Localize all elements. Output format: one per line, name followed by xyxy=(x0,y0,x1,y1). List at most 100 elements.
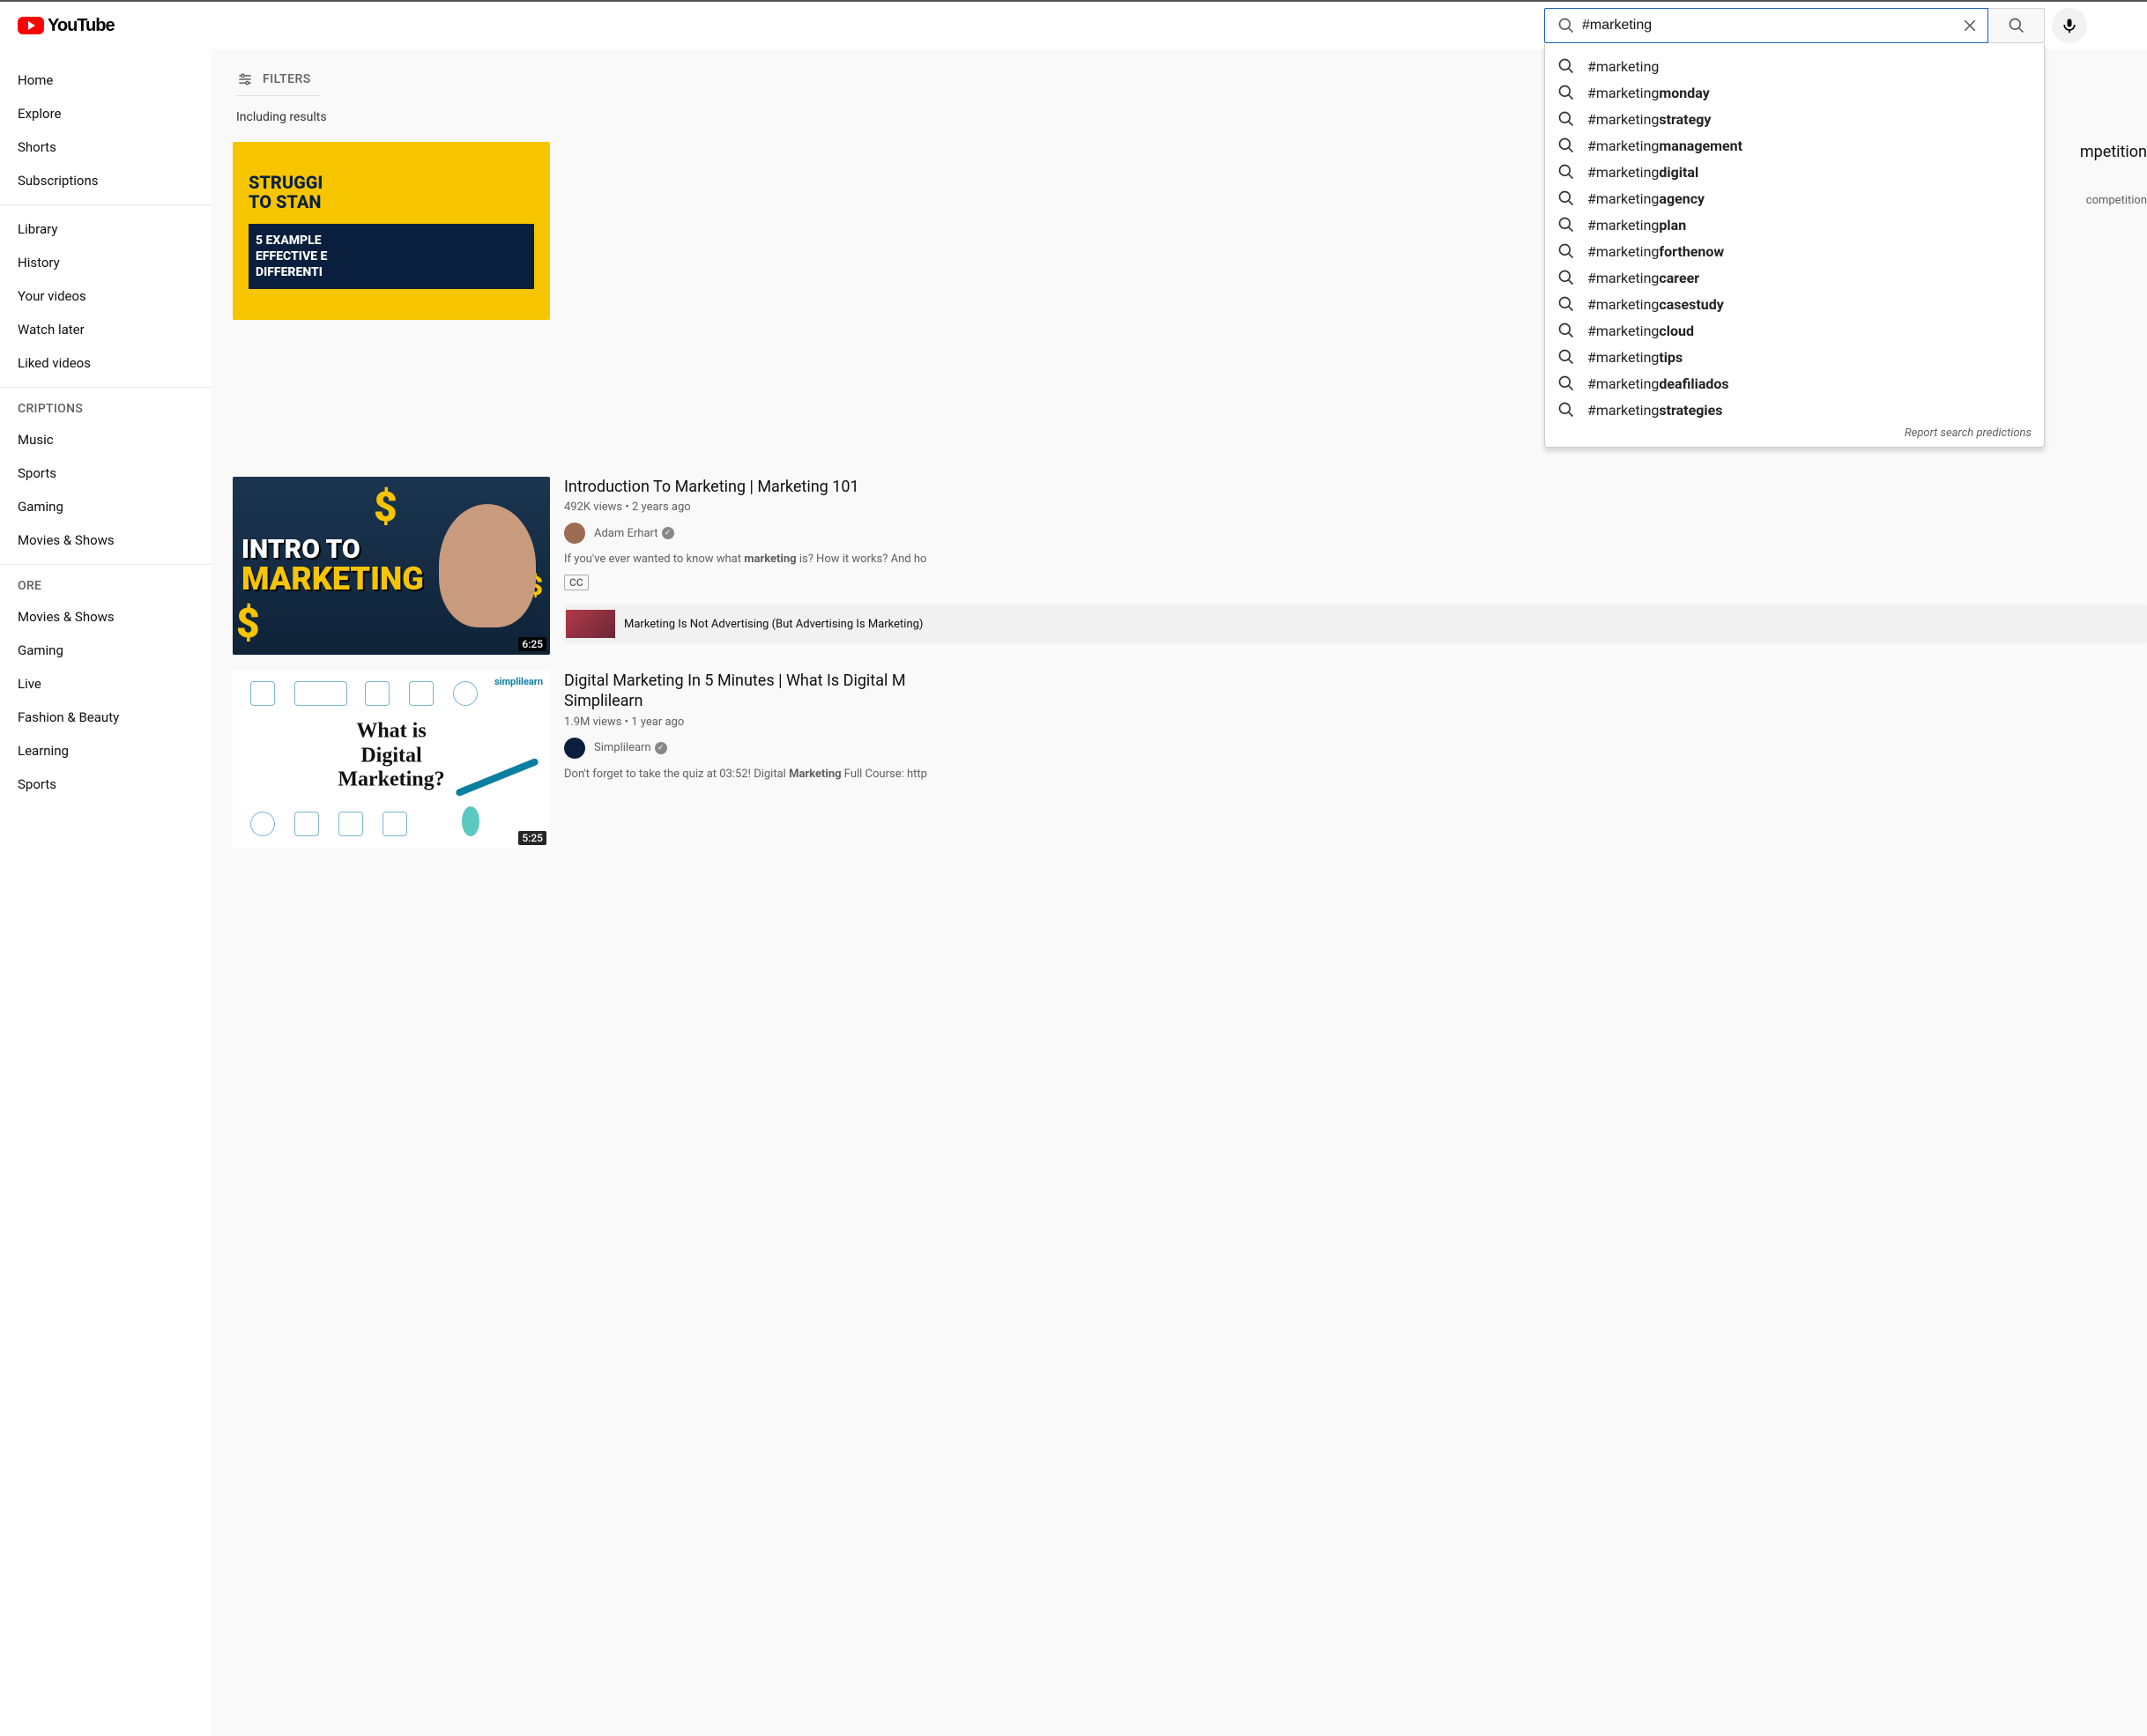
suggestion-text: #marketingforthenow xyxy=(1587,243,1724,260)
logo[interactable]: YouTube xyxy=(18,16,115,36)
video-stats: 492K views • 2 years ago xyxy=(564,501,2147,514)
search-icon xyxy=(1557,163,1575,181)
sidebar-item-movies-shows[interactable]: Movies & Shows xyxy=(0,523,212,557)
channel-link[interactable]: Adam Erhart ✓ xyxy=(564,523,2147,544)
thumb-text: TO STAN xyxy=(249,191,321,212)
video-stats: 1.9M views • 1 year ago xyxy=(564,716,2147,729)
sidebar-item-gaming[interactable]: Gaming xyxy=(0,634,212,667)
search-suggestion[interactable]: #marketingstrategies xyxy=(1545,397,2044,423)
featured-clip[interactable]: Marketing Is Not Advertising (But Advert… xyxy=(564,605,2147,643)
search-suggestion[interactable]: #marketingstrategy xyxy=(1545,106,2044,132)
thumb-text: What is Digital Marketing? xyxy=(312,720,471,793)
suggestion-text: #marketingstrategies xyxy=(1587,402,1722,419)
search-icon xyxy=(1557,401,1575,419)
video-title[interactable]: Introduction To Marketing | Marketing 10… xyxy=(564,477,2147,497)
voice-search-button[interactable] xyxy=(2052,8,2087,43)
sidebar-item-live[interactable]: Live xyxy=(0,667,212,701)
sidebar-item-liked-videos[interactable]: Liked videos xyxy=(0,346,212,380)
search-icon xyxy=(1557,17,1575,34)
video-thumbnail[interactable]: $ $ $ INTRO TO MARKETING 6:25 xyxy=(233,477,550,655)
search-button[interactable] xyxy=(1988,8,2045,43)
search-suggestion[interactable]: #marketingforthenow xyxy=(1545,238,2044,264)
search-icon xyxy=(1557,375,1575,392)
suggestion-text: #marketing xyxy=(1587,58,1659,75)
search-suggestions: #marketing #marketingmonday #marketingstra… xyxy=(1544,44,2045,448)
verified-icon: ✓ xyxy=(655,742,667,754)
search-icon xyxy=(1557,295,1575,313)
sidebar-header-more: ORE xyxy=(0,572,212,600)
channel-avatar xyxy=(564,523,585,544)
search-icon xyxy=(1557,189,1575,207)
featured-title: Marketing Is Not Advertising (But Advert… xyxy=(624,618,923,631)
suggestion-text: #marketingmanagement xyxy=(1587,137,1742,154)
suggestion-text: #marketingcasestudy xyxy=(1587,296,1724,313)
search-icon xyxy=(1557,84,1575,101)
search-icon xyxy=(1557,216,1575,234)
cc-badge: CC xyxy=(564,575,589,590)
sidebar-item-explore[interactable]: Explore xyxy=(0,97,212,130)
filters-label: FILTERS xyxy=(263,72,311,86)
suggestion-text: #marketingcloud xyxy=(1587,323,1694,339)
youtube-play-icon xyxy=(18,17,44,34)
video-thumbnail[interactable]: STRUGGITO STAN 5 EXAMPLEEFFECTIVE EDIFFE… xyxy=(233,142,550,320)
suggestion-text: #marketingtips xyxy=(1587,349,1683,366)
suggestion-text: #marketingcareer xyxy=(1587,270,1699,286)
sidebar-item-subscriptions[interactable]: Subscriptions xyxy=(0,164,212,197)
video-result[interactable]: simplilearn What is Digital Marketing? 5… xyxy=(233,671,2147,849)
channel-link[interactable]: Simplilearn ✓ xyxy=(564,738,2147,759)
video-description: Don't forget to take the quiz at 03:52! … xyxy=(564,768,2147,783)
search-icon xyxy=(1557,348,1575,366)
sidebar-item-fashion-beauty[interactable]: Fashion & Beauty xyxy=(0,701,212,734)
search-icon xyxy=(1557,110,1575,128)
report-predictions-link[interactable]: Report search predictions xyxy=(1545,423,2044,443)
search-input-container xyxy=(1544,8,1988,43)
search-input[interactable] xyxy=(1582,18,1958,33)
search-icon xyxy=(1557,322,1575,339)
sidebar-item-home[interactable]: Home xyxy=(0,63,212,97)
search-icon xyxy=(1557,242,1575,260)
sidebar-item-music[interactable]: Music xyxy=(0,423,212,456)
search-suggestion[interactable]: #marketingdigital xyxy=(1545,159,2044,185)
search-suggestion[interactable]: #marketingplan xyxy=(1545,211,2044,238)
sidebar-item-learning[interactable]: Learning xyxy=(0,734,212,768)
video-description: If you've ever wanted to know what marke… xyxy=(564,553,2147,568)
thumb-text: EFFECTIVE E xyxy=(256,249,327,263)
search-suggestion[interactable]: #marketingcloud xyxy=(1545,317,2044,344)
suggestion-text: #marketingmonday xyxy=(1587,85,1710,101)
sidebar-item-history[interactable]: History xyxy=(0,246,212,279)
suggestion-text: #marketingstrategy xyxy=(1587,111,1711,128)
search-suggestion[interactable]: #marketingagency xyxy=(1545,185,2044,211)
sidebar-item-library[interactable]: Library xyxy=(0,212,212,246)
video-title[interactable]: Digital Marketing In 5 Minutes | What Is… xyxy=(564,671,2147,712)
sidebar-item-sports[interactable]: Sports xyxy=(0,768,212,801)
thumb-text: DIFFERENTI xyxy=(256,265,323,279)
sidebar-item-movies-shows[interactable]: Movies & Shows xyxy=(0,600,212,634)
verified-icon: ✓ xyxy=(662,527,674,539)
search-suggestion[interactable]: #marketingdeafiliados xyxy=(1545,370,2044,397)
sidebar-item-shorts[interactable]: Shorts xyxy=(0,130,212,164)
search-suggestion[interactable]: #marketingmonday xyxy=(1545,79,2044,106)
search-suggestion[interactable]: #marketingmanagement xyxy=(1545,132,2044,159)
clear-search-button[interactable] xyxy=(1958,13,1982,38)
thumb-text: STRUGGI xyxy=(249,172,323,193)
filters-button[interactable]: FILTERS xyxy=(236,63,320,96)
sidebar-item-watch-later[interactable]: Watch later xyxy=(0,313,212,346)
search-suggestion[interactable]: #marketing xyxy=(1545,53,2044,79)
featured-thumbnail xyxy=(566,610,615,638)
search-suggestion[interactable]: #marketingcasestudy xyxy=(1545,291,2044,317)
video-meta: Introduction To Marketing | Marketing 10… xyxy=(550,477,2147,655)
suggestion-text: #marketingplan xyxy=(1587,217,1686,234)
sidebar-item-sports[interactable]: Sports xyxy=(0,456,212,490)
video-result[interactable]: $ $ $ INTRO TO MARKETING 6:25 Introducti… xyxy=(233,477,2147,655)
search-suggestion[interactable]: #marketingtips xyxy=(1545,344,2044,370)
sidebar-item-gaming[interactable]: Gaming xyxy=(0,490,212,523)
search-icon xyxy=(1557,137,1575,154)
sidebar-item-your-videos[interactable]: Your videos xyxy=(0,279,212,313)
youtube-wordmark: YouTube xyxy=(48,16,115,36)
search-suggestion[interactable]: #marketingcareer xyxy=(1545,264,2044,291)
suggestion-text: #marketingdigital xyxy=(1587,164,1698,181)
thumb-text: INTRO TO MARKETING xyxy=(241,537,424,595)
video-thumbnail[interactable]: simplilearn What is Digital Marketing? 5… xyxy=(233,671,550,849)
search-box: #marketing#marketingmonday#marketingstra… xyxy=(1544,8,2045,43)
video-meta: Digital Marketing In 5 Minutes | What Is… xyxy=(550,671,2147,849)
